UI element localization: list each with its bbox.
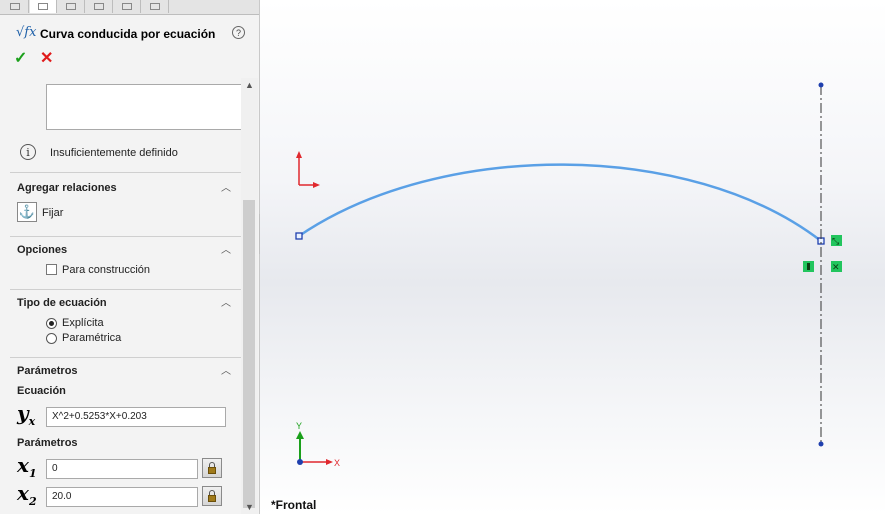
- origin-horizontal-arrowhead: [313, 182, 320, 188]
- curve-start-endpoint[interactable]: [295, 232, 303, 240]
- equation-label: Ecuación: [17, 385, 66, 397]
- collapse-options-icon[interactable]: ︿: [220, 246, 232, 256]
- triad-y-arrowhead: [296, 431, 304, 439]
- triad-x-arrowhead: [326, 459, 333, 465]
- parameters-label: Parámetros: [17, 437, 78, 449]
- message-box: [46, 84, 242, 130]
- property-manager-icon: [38, 3, 48, 10]
- x2-lock-button[interactable]: [202, 486, 222, 506]
- collapse-parameters-icon[interactable]: ︿: [220, 367, 232, 377]
- x1-variable-subscript: 1: [28, 467, 37, 480]
- panel-scrollbar[interactable]: ▲ ▼: [241, 78, 258, 514]
- radio-selected-dot: [49, 321, 54, 326]
- centerline-bottom-point[interactable]: [818, 441, 824, 447]
- x1-variable-symbol: x: [17, 453, 29, 477]
- sketch-origin-icon: [296, 151, 320, 188]
- triad-origin: [297, 459, 303, 465]
- panel-title: Curva conducida por ecuación: [40, 27, 216, 41]
- feature-tree-icon: [10, 3, 20, 10]
- equation-variable-subscript: x: [28, 415, 36, 428]
- help-icon[interactable]: ?: [232, 26, 245, 39]
- section-title-parameters[interactable]: Parámetros: [17, 365, 78, 377]
- equation-curve[interactable]: [298, 163, 822, 242]
- tab-configuration[interactable]: [58, 0, 85, 13]
- vertical-relation-glyph: [807, 263, 810, 270]
- ok-button[interactable]: ✓: [14, 50, 27, 68]
- equation-input[interactable]: X^2+0.5253*X+0.203: [46, 407, 226, 427]
- tab-extra[interactable]: [142, 0, 169, 13]
- equation-variable-symbol: y: [17, 401, 29, 425]
- fix-relation-label[interactable]: Fijar: [42, 207, 63, 219]
- equation-curve-icon: √fx: [16, 25, 37, 40]
- section-title-relations[interactable]: Agregar relaciones: [17, 182, 117, 194]
- lock-icon: [208, 495, 216, 502]
- configuration-icon: [66, 3, 76, 10]
- cancel-button[interactable]: ✕: [40, 50, 53, 68]
- tab-glyph-icon: [150, 3, 160, 10]
- panel-title-row: √fx Curva conducida por ecuación ?: [14, 24, 252, 44]
- tab-feature-tree[interactable]: [2, 0, 29, 13]
- section-divider: [10, 357, 242, 358]
- centerline-top-point[interactable]: [818, 82, 824, 88]
- collapse-equation-type-icon[interactable]: ︿: [220, 299, 232, 309]
- x1-input[interactable]: 0: [46, 459, 198, 479]
- scroll-down-icon[interactable]: ▼: [245, 502, 254, 512]
- section-divider: [10, 172, 242, 173]
- radio-parametric[interactable]: [46, 333, 57, 344]
- coincident-relation-glyph: ✕: [832, 263, 840, 273]
- scroll-up-icon[interactable]: ▲: [245, 80, 254, 90]
- equation-variable-label: yx: [17, 401, 35, 428]
- tab-property-manager[interactable]: [30, 0, 57, 13]
- x2-input[interactable]: 20.0: [46, 487, 198, 507]
- construction-label[interactable]: Para construcción: [62, 264, 150, 276]
- x2-variable-subscript: 2: [28, 495, 37, 508]
- status-text: Insuficientemente definido: [50, 147, 178, 159]
- manager-tabs: [0, 0, 259, 15]
- section-divider: [10, 236, 242, 237]
- lock-icon: [208, 467, 216, 474]
- section-title-options[interactable]: Opciones: [17, 244, 67, 256]
- radio-explicit[interactable]: [46, 318, 57, 329]
- view-orientation-label: *Frontal: [271, 498, 317, 512]
- construction-checkbox[interactable]: [46, 264, 57, 275]
- property-manager-panel: √fx Curva conducida por ecuación ? ✓ ✕ i…: [0, 0, 260, 514]
- collapse-relations-icon[interactable]: ︿: [220, 184, 232, 194]
- x2-variable-symbol: x: [17, 481, 29, 505]
- dimxpert-icon: [94, 3, 104, 10]
- origin-vertical-arrowhead: [296, 151, 302, 158]
- tab-dimxpert[interactable]: [86, 0, 113, 13]
- section-divider: [10, 289, 242, 290]
- panel-scroll-area: i Insuficientemente definido Agregar rel…: [10, 78, 242, 514]
- x1-lock-button[interactable]: [202, 458, 222, 478]
- radio-explicit-label[interactable]: Explícita: [62, 317, 104, 329]
- fix-relation-icon[interactable]: ⚓: [17, 202, 37, 222]
- display-manager-icon: [122, 3, 132, 10]
- triad-x-label: X: [334, 458, 340, 468]
- scrollbar-thumb[interactable]: [243, 200, 255, 508]
- x1-variable-label: x1: [17, 453, 37, 480]
- graphics-viewport[interactable]: ⤡ ✕ X Y: [260, 0, 885, 514]
- triad-y-label: Y: [296, 421, 302, 431]
- reference-triad: X Y: [296, 421, 340, 468]
- info-icon: i: [20, 144, 36, 160]
- x2-variable-label: x2: [17, 481, 37, 508]
- pierce-relation-glyph: ⤡: [832, 237, 839, 247]
- radio-parametric-label[interactable]: Paramétrica: [62, 332, 121, 344]
- section-title-equation-type[interactable]: Tipo de ecuación: [17, 297, 107, 309]
- tab-display[interactable]: [114, 0, 141, 13]
- viewport-canvas: ⤡ ✕ X Y: [295, 82, 842, 468]
